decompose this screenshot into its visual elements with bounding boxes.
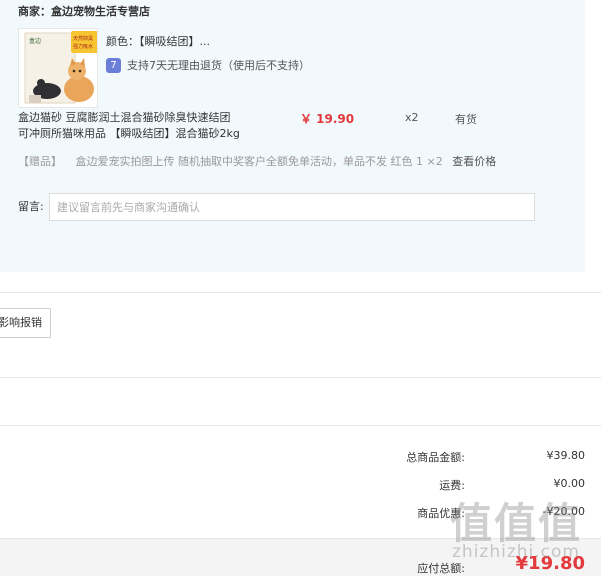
return-policy: 7 支持7天无理由退货（使用后不支持） (106, 57, 310, 73)
spec-value: 【瞬吸结团】... (139, 35, 210, 48)
view-price-link[interactable]: 查看价格 (452, 155, 496, 168)
shipping-label: 运费: (439, 479, 465, 492)
divider (0, 377, 601, 378)
stock-status: 有货 (455, 113, 477, 126)
divider (0, 425, 601, 426)
goods-total-label: 总商品金额: (406, 451, 465, 464)
product-image-badge-line2: 强力吸水 (73, 43, 93, 50)
gift-row: 【赠品】 盒边爱宠实拍图上传 随机抽取中奖客户全额免单活动，单品不发 红色 1 … (18, 153, 496, 169)
shipping-value: ¥0.00 (553, 477, 586, 490)
product-quantity: x2 (405, 111, 419, 124)
divider (0, 292, 601, 293)
goods-total-value: ¥39.80 (546, 449, 586, 462)
summary-goods-total: 总商品金额: ¥39.80 (0, 449, 601, 469)
total-value: ¥19.80 (515, 553, 585, 574)
spec-label: 颜色： (106, 35, 139, 48)
product-title[interactable]: 盒边猫砂 豆腐膨润土混合猫砂除臭快速结团 可冲厕所猫咪用品 【瞬吸结团】混合猫砂… (18, 110, 288, 142)
product-image-badge-line1: 天然抑臭 (73, 35, 93, 42)
product-spec: 颜色：【瞬吸结团】... (106, 33, 210, 49)
discount-value: -¥20.00 (542, 505, 585, 518)
summary-discount: 商品优惠: -¥20.00 (0, 505, 601, 525)
shop-name[interactable]: 盒边宠物生活专营店 (51, 5, 150, 18)
product-price: ￥ 19.90 (300, 112, 355, 126)
shop-label: 商家： (18, 5, 51, 18)
summary-shipping: 运费: ¥0.00 (0, 477, 601, 497)
return-policy-text: 支持7天无理由退货（使用后不支持） (127, 59, 310, 72)
total-label: 应付总额: (417, 562, 465, 575)
order-item-panel: 商家：盒边宠物生活专营店 盒边 天然抑臭 强力吸水 颜色：【瞬吸结团】... 7… (0, 0, 585, 272)
product-title-line2: 可冲厕所猫咪用品 【瞬吸结团】混合猫砂2kg (18, 127, 240, 140)
note-label: 留言: (18, 200, 44, 213)
note-input[interactable] (49, 193, 535, 221)
reimbursement-button[interactable]: 影响报销 (0, 308, 51, 338)
gift-tag: 【赠品】 (18, 155, 62, 168)
total-bar: 应付总额: ¥19.80 (0, 538, 601, 576)
cat-litter-product-image[interactable]: 盒边 天然抑臭 强力吸水 (18, 28, 98, 108)
return-policy-icon: 7 (106, 57, 121, 73)
product-image-brand: 盒边 (29, 37, 41, 45)
shop-line: 商家：盒边宠物生活专营店 (18, 3, 150, 19)
product-title-line1: 盒边猫砂 豆腐膨润土混合猫砂除臭快速结团 (18, 111, 231, 124)
gift-description: 盒边爱宠实拍图上传 随机抽取中奖客户全额免单活动，单品不发 红色 1 ×2 (75, 155, 443, 168)
discount-label: 商品优惠: (417, 507, 465, 520)
